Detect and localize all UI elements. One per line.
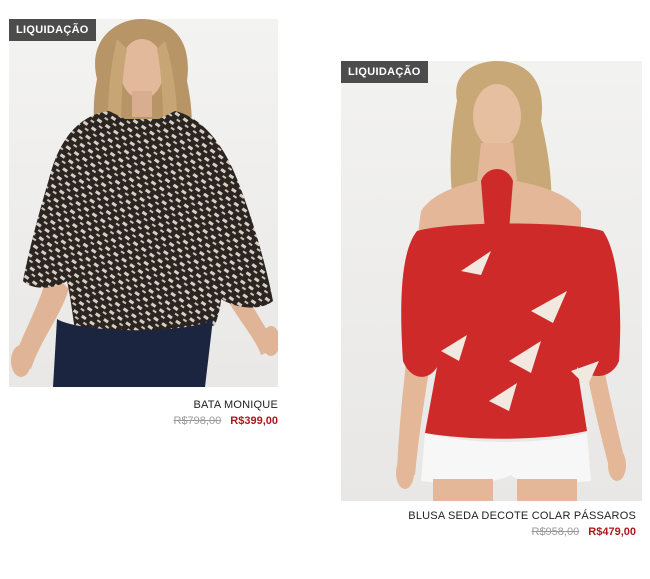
product-name[interactable]: BLUSA SEDA DECOTE COLAR PÁSSAROS (408, 510, 636, 522)
product-card[interactable]: LIQUIDAÇÃO BATA MONIQUE R$798,00 R$399,0… (9, 19, 278, 431)
old-price: R$798,00 (173, 415, 222, 427)
old-price: R$958,00 (531, 526, 580, 538)
product-info: BLUSA SEDA DECOTE COLAR PÁSSAROS R$958,0… (408, 510, 636, 538)
product-image[interactable] (341, 61, 642, 501)
price-line: R$958,00 R$479,00 (408, 526, 637, 538)
product-photo (9, 19, 278, 387)
product-image[interactable] (9, 19, 278, 387)
product-name[interactable]: BATA MONIQUE (174, 399, 279, 411)
sale-badge: LIQUIDAÇÃO (9, 19, 96, 41)
sale-price: R$399,00 (230, 415, 278, 427)
product-photo (341, 61, 642, 501)
product-info: BATA MONIQUE R$798,00 R$399,00 (174, 399, 279, 427)
sale-badge: LIQUIDAÇÃO (341, 61, 428, 83)
product-card[interactable]: LIQUIDAÇÃO BLUSA SEDA DECOTE COLAR PÁSSA… (341, 61, 642, 541)
sale-price: R$479,00 (588, 526, 636, 538)
price-line: R$798,00 R$399,00 (174, 415, 279, 427)
